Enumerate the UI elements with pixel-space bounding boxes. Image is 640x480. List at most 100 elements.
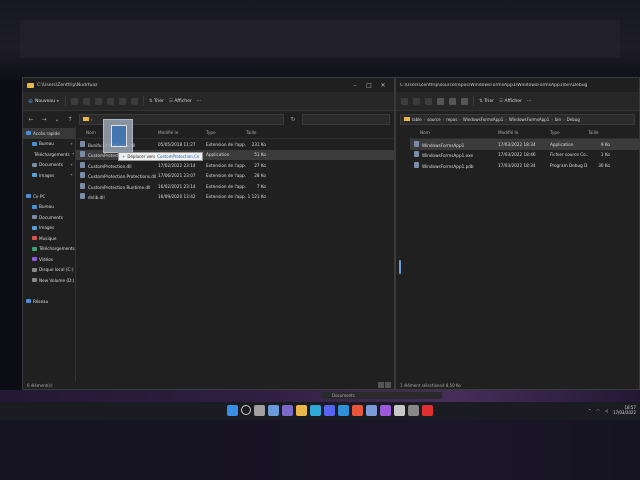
widgets-icon[interactable]	[268, 405, 279, 416]
navigation-pane[interactable]: Accès rapide Bureau ✦ Téléchargements ✦ Docum…	[23, 126, 76, 381]
view-toggle[interactable]	[378, 382, 391, 388]
volume-icon[interactable]: ◁	[605, 408, 608, 413]
share-icon[interactable]	[449, 97, 456, 105]
column-header[interactable]: Type	[206, 130, 246, 135]
nav-item[interactable]: Bureau ✦	[23, 139, 75, 150]
cut-icon[interactable]	[401, 97, 408, 105]
column-header[interactable]: Taille	[588, 130, 610, 135]
file-list[interactable]: NomModifié leTypeTaille Bunifu.UI.WinFor…	[76, 126, 394, 381]
folder-icon	[32, 215, 37, 220]
copy-icon[interactable]	[82, 97, 90, 105]
visual-studio-icon[interactable]	[380, 405, 391, 416]
file-list[interactable]: Nom Modifié le Type Taille WindowsFormsApp1…	[396, 126, 639, 381]
clock[interactable]: 18:57 17/03/2022	[613, 405, 636, 415]
new-button[interactable]: ⊕ Nouveau ▾	[28, 96, 66, 106]
sort-button[interactable]: ⇅ Trier	[149, 99, 164, 104]
view-button[interactable]: ☰ Afficher	[169, 99, 192, 104]
minimized-window[interactable]: Documents	[322, 392, 442, 399]
column-header[interactable]: Taille	[246, 130, 266, 135]
sort-button[interactable]: ⇅ Trier	[479, 99, 494, 104]
nav-item[interactable]: Vidéos	[23, 254, 75, 265]
breadcrumb-item[interactable]: lable	[412, 117, 422, 122]
table-row[interactable]: dnlib.dll 16/09/2020 13:42 Extension de l'…	[76, 192, 394, 203]
column-header[interactable]: Modifié le	[498, 130, 550, 135]
nav-item[interactable]: Réseau	[23, 296, 75, 307]
paste-icon[interactable]	[425, 97, 432, 105]
chevron-up-icon[interactable]: ⌃	[588, 408, 591, 413]
nav-item[interactable]: Téléchargements	[23, 244, 75, 255]
table-row[interactable]: WindowsFormsApp1.pdb 17/03/2022 18:34 Prog…	[410, 160, 639, 171]
explorer-window-left[interactable]: C:\Users\Zentfrip\Nudrtuaz – □ ✕ ⊕ Nouve…	[22, 77, 395, 390]
explorer-window-right[interactable]: C:\Users\Zentfrip\source\repos\WindowsFo…	[395, 77, 640, 390]
forward-arrow-icon[interactable]: →	[40, 116, 48, 123]
recent-chevron-icon[interactable]: ⌄	[53, 116, 61, 123]
minimize-icon[interactable]: –	[348, 82, 362, 89]
address-bar[interactable]: lable › source › repos › WindowsFormsApp1 › Wind…	[400, 113, 635, 125]
task-view-icon[interactable]	[254, 405, 265, 416]
breadcrumb-item[interactable]: WindowsFormsApp1	[463, 117, 503, 122]
breadcrumb-item[interactable]: repos	[446, 117, 457, 122]
table-row[interactable]: CustomProtection.Runtime.dll 16/02/2021 2…	[76, 181, 394, 192]
back-arrow-icon[interactable]: ←	[27, 116, 35, 123]
rename-icon[interactable]	[437, 97, 444, 105]
file-name: CustomProtection.dll	[76, 161, 158, 169]
files-icon[interactable]	[366, 405, 377, 416]
column-header[interactable]: Modifié le	[158, 130, 206, 135]
more-button[interactable]: ···	[197, 99, 201, 104]
edge-icon[interactable]	[310, 405, 321, 416]
nav-item[interactable]: Bureau	[23, 202, 75, 213]
nav-item[interactable]: Documents ✦	[23, 160, 75, 171]
opera-icon[interactable]	[422, 405, 433, 416]
nav-item[interactable]: New Volume (D:)	[23, 275, 75, 286]
start-icon[interactable]	[227, 405, 238, 416]
table-row[interactable]: CustomProtection.dll 17/02/2022 23:14 Exte…	[76, 160, 394, 171]
search-icon[interactable]	[241, 405, 251, 415]
nav-item[interactable]: Documents	[23, 212, 75, 223]
breadcrumb-item[interactable]: Debug	[567, 117, 580, 122]
paste-icon[interactable]	[94, 97, 102, 105]
tiles-view-icon[interactable]	[385, 382, 391, 388]
share-icon[interactable]	[118, 97, 126, 105]
more-button[interactable]: ···	[527, 99, 531, 104]
cut-icon[interactable]	[70, 97, 78, 105]
search-input[interactable]	[302, 113, 390, 125]
breadcrumb-item[interactable]: source	[427, 117, 440, 122]
close-icon[interactable]: ✕	[376, 82, 390, 89]
nav-item[interactable]: Accès rapide	[23, 128, 75, 139]
nav-item[interactable]: Disque local (C:)	[23, 265, 75, 276]
gallery-icon[interactable]	[394, 405, 405, 416]
file-explorer-icon[interactable]	[296, 405, 307, 416]
copy-icon[interactable]	[413, 97, 420, 105]
wifi-icon[interactable]: ◠	[596, 408, 600, 413]
desktop-background-bottom	[0, 418, 640, 480]
brave-icon[interactable]	[352, 405, 363, 416]
maximize-icon[interactable]: □	[362, 82, 376, 89]
nav-item[interactable]: Téléchargements ✦	[23, 149, 75, 160]
breadcrumb-item[interactable]: WindowsFormsApp1	[509, 117, 549, 122]
up-arrow-icon[interactable]: ↑	[66, 116, 74, 123]
scroll-indicator[interactable]	[399, 260, 401, 274]
nav-item[interactable]: Images	[23, 223, 75, 234]
nav-item[interactable]: Ce PC	[23, 191, 75, 202]
rename-icon[interactable]	[106, 97, 114, 105]
title-bar[interactable]: C:\Users\Zentfrip\Nudrtuaz – □ ✕	[23, 78, 394, 92]
table-row[interactable]: WindowsFormsApp1.exe 17/03/2022 18:46 Fich…	[410, 150, 639, 161]
delete-icon[interactable]	[461, 97, 468, 105]
breadcrumb-item[interactable]: bin	[555, 117, 561, 122]
table-row[interactable]: WindowsFormsApp1 17/03/2022 18:34 Applicat…	[410, 139, 639, 150]
delete-icon[interactable]	[130, 97, 138, 105]
view-button[interactable]: ☰ Afficher	[499, 99, 522, 104]
details-view-icon[interactable]	[378, 382, 384, 388]
title-bar[interactable]: C:\Users\Zentfrip\source\repos\WindowsFo…	[396, 78, 639, 92]
vscode-icon[interactable]	[338, 405, 349, 416]
column-header[interactable]: Type	[550, 130, 588, 135]
nav-item[interactable]: Musique	[23, 233, 75, 244]
discord-icon[interactable]	[324, 405, 335, 416]
refresh-icon[interactable]: ↻	[289, 116, 297, 123]
table-row[interactable]: CustomProtection.Protections.dll 17/06/20…	[76, 171, 394, 182]
column-header[interactable]: Nom	[410, 130, 498, 135]
terminal-icon[interactable]	[408, 405, 419, 416]
system-tray: ⌃ ◠ ◁ 18:57 17/03/2022	[588, 405, 636, 415]
chat-icon[interactable]	[282, 405, 293, 416]
nav-item[interactable]: Images ✦	[23, 170, 75, 181]
